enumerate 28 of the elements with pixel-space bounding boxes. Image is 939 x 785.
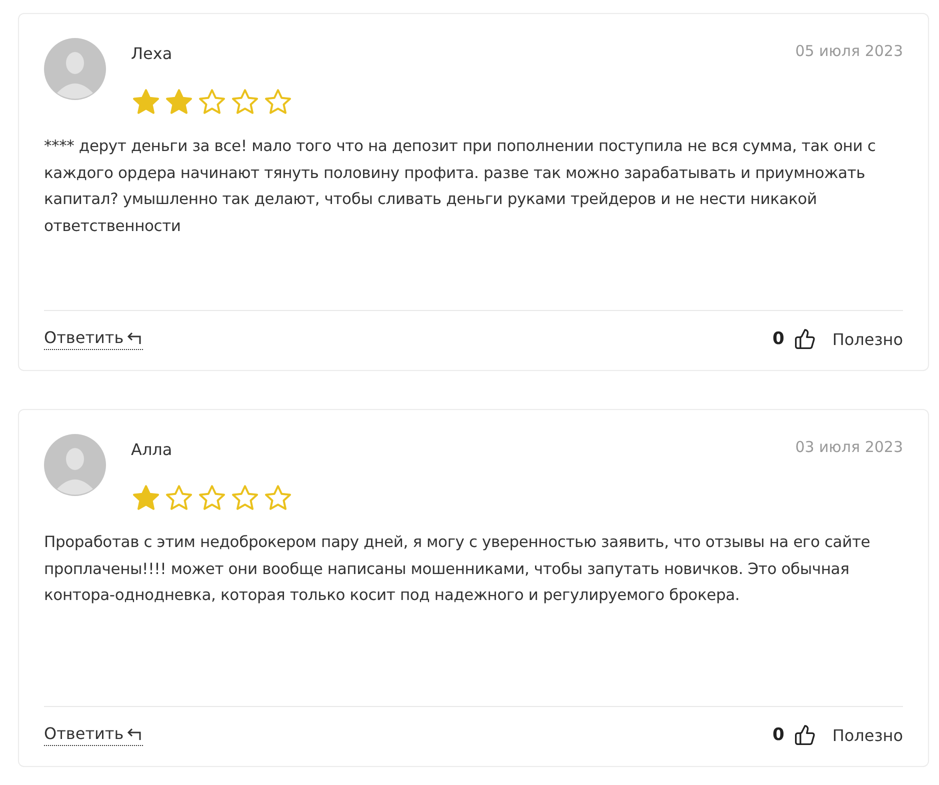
empty-star-icon bbox=[197, 483, 227, 513]
review-date: 05 июля 2023 bbox=[795, 41, 903, 60]
reply-arrow-icon bbox=[126, 726, 143, 740]
helpful-label: Полезно bbox=[832, 330, 903, 348]
empty-star-icon bbox=[197, 87, 227, 117]
author-name: Леха bbox=[131, 44, 174, 63]
author-name: Алла bbox=[131, 440, 174, 459]
filled-star-icon bbox=[131, 483, 161, 513]
like-count: 0 bbox=[772, 329, 784, 349]
empty-star-icon bbox=[263, 483, 293, 513]
empty-star-icon bbox=[230, 87, 260, 117]
filled-star-icon bbox=[131, 87, 161, 117]
reply-arrow-icon bbox=[126, 330, 143, 344]
reply-link[interactable]: Ответить bbox=[44, 724, 143, 746]
review-date: 03 июля 2023 bbox=[795, 437, 903, 456]
empty-star-icon bbox=[164, 483, 194, 513]
avatar-icon bbox=[44, 38, 106, 100]
empty-star-icon bbox=[230, 483, 260, 513]
helpful-label: Полезно bbox=[832, 726, 903, 744]
avatar-icon bbox=[44, 434, 106, 496]
empty-star-icon bbox=[263, 87, 293, 117]
review-text: **** дерут деньги за все! мало того что на депозит при пополнении поступила не вся сумма, так они с каждого ордера начинают тянуть половину профита. разве так можно зарабатывать и приумножать капитал? умышленно так делают, чтобы сливать деньги руками трейдеров и не нести никакой ответственности bbox=[44, 136, 877, 236]
thumbs-up-icon[interactable] bbox=[794, 724, 816, 746]
like-count: 0 bbox=[772, 725, 784, 745]
reply-link[interactable]: Ответить bbox=[44, 328, 143, 350]
review-text: Проработав с этим недоброкером пару дней, я могу с уверенностью заявить, что отзывы на его сайте проплачены!!!! может они вообще написаны мошенниками, чтобы запутать новичков. Это обычная контора-однодневка, которая только косит под надежного и регулируемого брокера. bbox=[44, 532, 872, 606]
thumbs-up-icon[interactable] bbox=[794, 328, 816, 350]
filled-star-icon bbox=[164, 87, 194, 117]
